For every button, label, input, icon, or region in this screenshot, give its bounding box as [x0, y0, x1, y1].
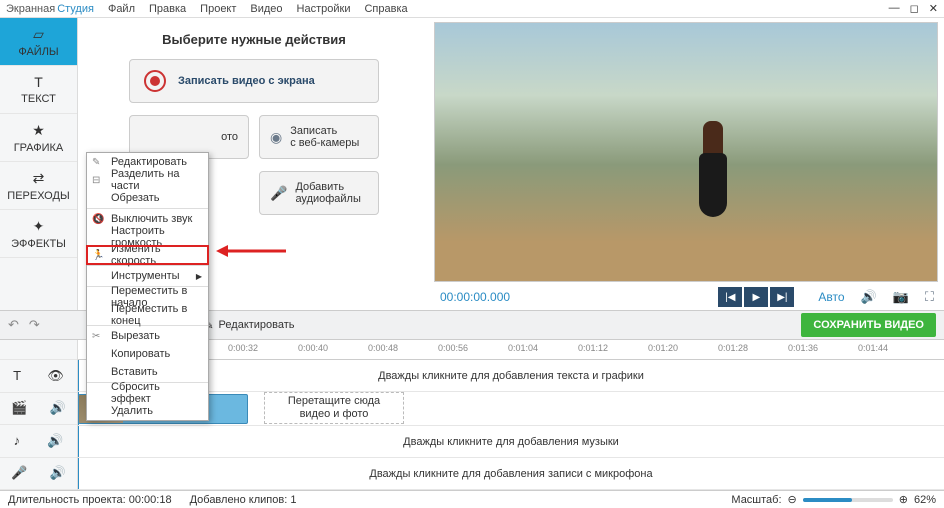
menu-settings[interactable]: Настройки	[297, 3, 351, 15]
ctx-split: ⊟Разделить на части	[87, 171, 208, 189]
menu-edit[interactable]: Правка	[149, 3, 186, 15]
menu-video[interactable]: Видео	[250, 3, 282, 15]
sidebar-tab-transitions[interactable]: ⇄ПЕРЕХОДЫ	[0, 162, 77, 210]
drop-zone[interactable]: Перетащите сюдавидео и фото	[264, 392, 404, 424]
ctx-tools[interactable]: Инструменты▶	[87, 267, 208, 285]
ctx-reset-fx[interactable]: Сбросить эффект	[87, 384, 208, 402]
undo-button[interactable]: ↶	[8, 317, 19, 333]
pencil-icon: ✎	[92, 157, 100, 168]
mic-track-icon[interactable]: 🎤	[11, 465, 27, 481]
maximize-icon[interactable]: ◻	[910, 2, 919, 15]
next-frame-button[interactable]: ▶|	[770, 287, 794, 307]
webcam-icon: ◉	[270, 129, 282, 146]
zoom-percent: 62%	[914, 494, 936, 506]
clip-count: 1	[290, 494, 296, 506]
mic-track[interactable]: Дважды кликните для добавления записи с …	[78, 458, 944, 490]
minimize-icon[interactable]: —	[889, 2, 900, 15]
sidebar: ▱ФАЙЛЫ TТЕКСТ ★ГРАФИКА ⇄ПЕРЕХОДЫ ✦ЭФФЕКТ…	[0, 18, 78, 310]
ctx-crop[interactable]: Обрезать	[87, 189, 208, 207]
files-icon: ▱	[33, 26, 44, 43]
music-track[interactable]: Дважды кликните для добавления музыки	[78, 426, 944, 458]
video-track-icon[interactable]: 🎬	[11, 400, 27, 416]
redo-button[interactable]: ↷	[29, 317, 40, 333]
split-icon: ⊟	[92, 175, 100, 186]
ctx-delete[interactable]: Удалить	[87, 402, 208, 420]
play-button[interactable]: ▶	[744, 287, 768, 307]
mute-icon: 🔇	[92, 214, 104, 225]
mic-icon: 🎤	[270, 185, 287, 202]
fullscreen-icon[interactable]: ⛶	[925, 289, 934, 305]
preview-canvas[interactable]	[434, 22, 938, 282]
record-icon	[144, 70, 166, 92]
scissors-icon: ✂	[92, 331, 100, 342]
ctx-paste: Вставить	[87, 363, 208, 381]
visibility-icon[interactable]: 👁	[47, 368, 64, 384]
text-track-icon[interactable]: T	[13, 368, 21, 383]
speaker-icon[interactable]: 🔊	[50, 400, 66, 416]
speaker-icon[interactable]: 🔊	[47, 433, 63, 449]
zoom-out-button[interactable]: ⊖	[788, 493, 797, 506]
sidebar-tab-text[interactable]: TТЕКСТ	[0, 66, 77, 114]
speaker-icon[interactable]: 🔊	[50, 465, 66, 481]
ctx-speed[interactable]: 🏃Изменить скорость	[87, 246, 208, 264]
ctx-copy[interactable]: Копировать	[87, 345, 208, 363]
statusbar: Длительность проекта: 00:00:18 Добавлено…	[0, 490, 944, 508]
timecode: 00:00:00.000	[440, 290, 510, 304]
menu-project[interactable]: Проект	[200, 3, 236, 15]
speed-icon: 🏃	[92, 250, 104, 261]
music-track-icon[interactable]: ♪	[14, 433, 21, 448]
start-heading: Выберите нужные действия	[162, 32, 346, 47]
project-duration: 00:00:18	[129, 494, 172, 506]
zoom-slider[interactable]	[803, 498, 893, 502]
brand-part1: Экранная	[6, 3, 55, 15]
zoom-in-button[interactable]: ⊕	[899, 493, 908, 506]
close-icon[interactable]: ✕	[929, 2, 938, 15]
annotation-arrow	[216, 244, 286, 258]
save-video-button[interactable]: СОХРАНИТЬ ВИДЕО	[801, 313, 936, 337]
sidebar-tab-files[interactable]: ▱ФАЙЛЫ	[0, 18, 77, 66]
ctx-cut[interactable]: ✂Вырезать	[87, 327, 208, 345]
ctx-move-end: Переместить в конец	[87, 306, 208, 324]
sidebar-tab-effects[interactable]: ✦ЭФФЕКТЫ	[0, 210, 77, 258]
transitions-icon: ⇄	[33, 170, 45, 187]
record-webcam-button[interactable]: ◉ Записатьс веб-камеры	[259, 115, 379, 159]
titlebar: Экранная Студия Файл Правка Проект Видео…	[0, 0, 944, 18]
add-audio-button[interactable]: 🎤 Добавитьаудиофайлы	[259, 171, 379, 215]
prev-frame-button[interactable]: |◀	[718, 287, 742, 307]
effects-icon: ✦	[33, 218, 45, 235]
preview-panel: 00:00:00.000 |◀ ▶ ▶| Авто 🔊 📷 ⛶	[430, 18, 944, 310]
volume-icon[interactable]: 🔊	[861, 289, 877, 305]
menu-file[interactable]: Файл	[108, 3, 135, 15]
edit-button[interactable]: ✎Редактировать	[204, 319, 294, 332]
auto-label[interactable]: Авто	[818, 290, 844, 304]
snapshot-icon[interactable]: 📷	[893, 289, 909, 305]
preview-content	[696, 121, 730, 231]
context-menu: ✎Редактировать ⊟Разделить на части Обрез…	[86, 152, 209, 421]
brand-part2: Студия	[57, 3, 94, 15]
chevron-right-icon: ▶	[196, 272, 202, 281]
text-icon: T	[34, 74, 43, 90]
track-headers: T 👁 🎬 🔊 ♪ 🔊 🎤 🔊	[0, 340, 78, 490]
sidebar-tab-graphics[interactable]: ★ГРАФИКА	[0, 114, 77, 162]
record-screen-button[interactable]: Записать видео с экрана	[129, 59, 379, 103]
menu-help[interactable]: Справка	[364, 3, 407, 15]
star-icon: ★	[32, 122, 45, 139]
